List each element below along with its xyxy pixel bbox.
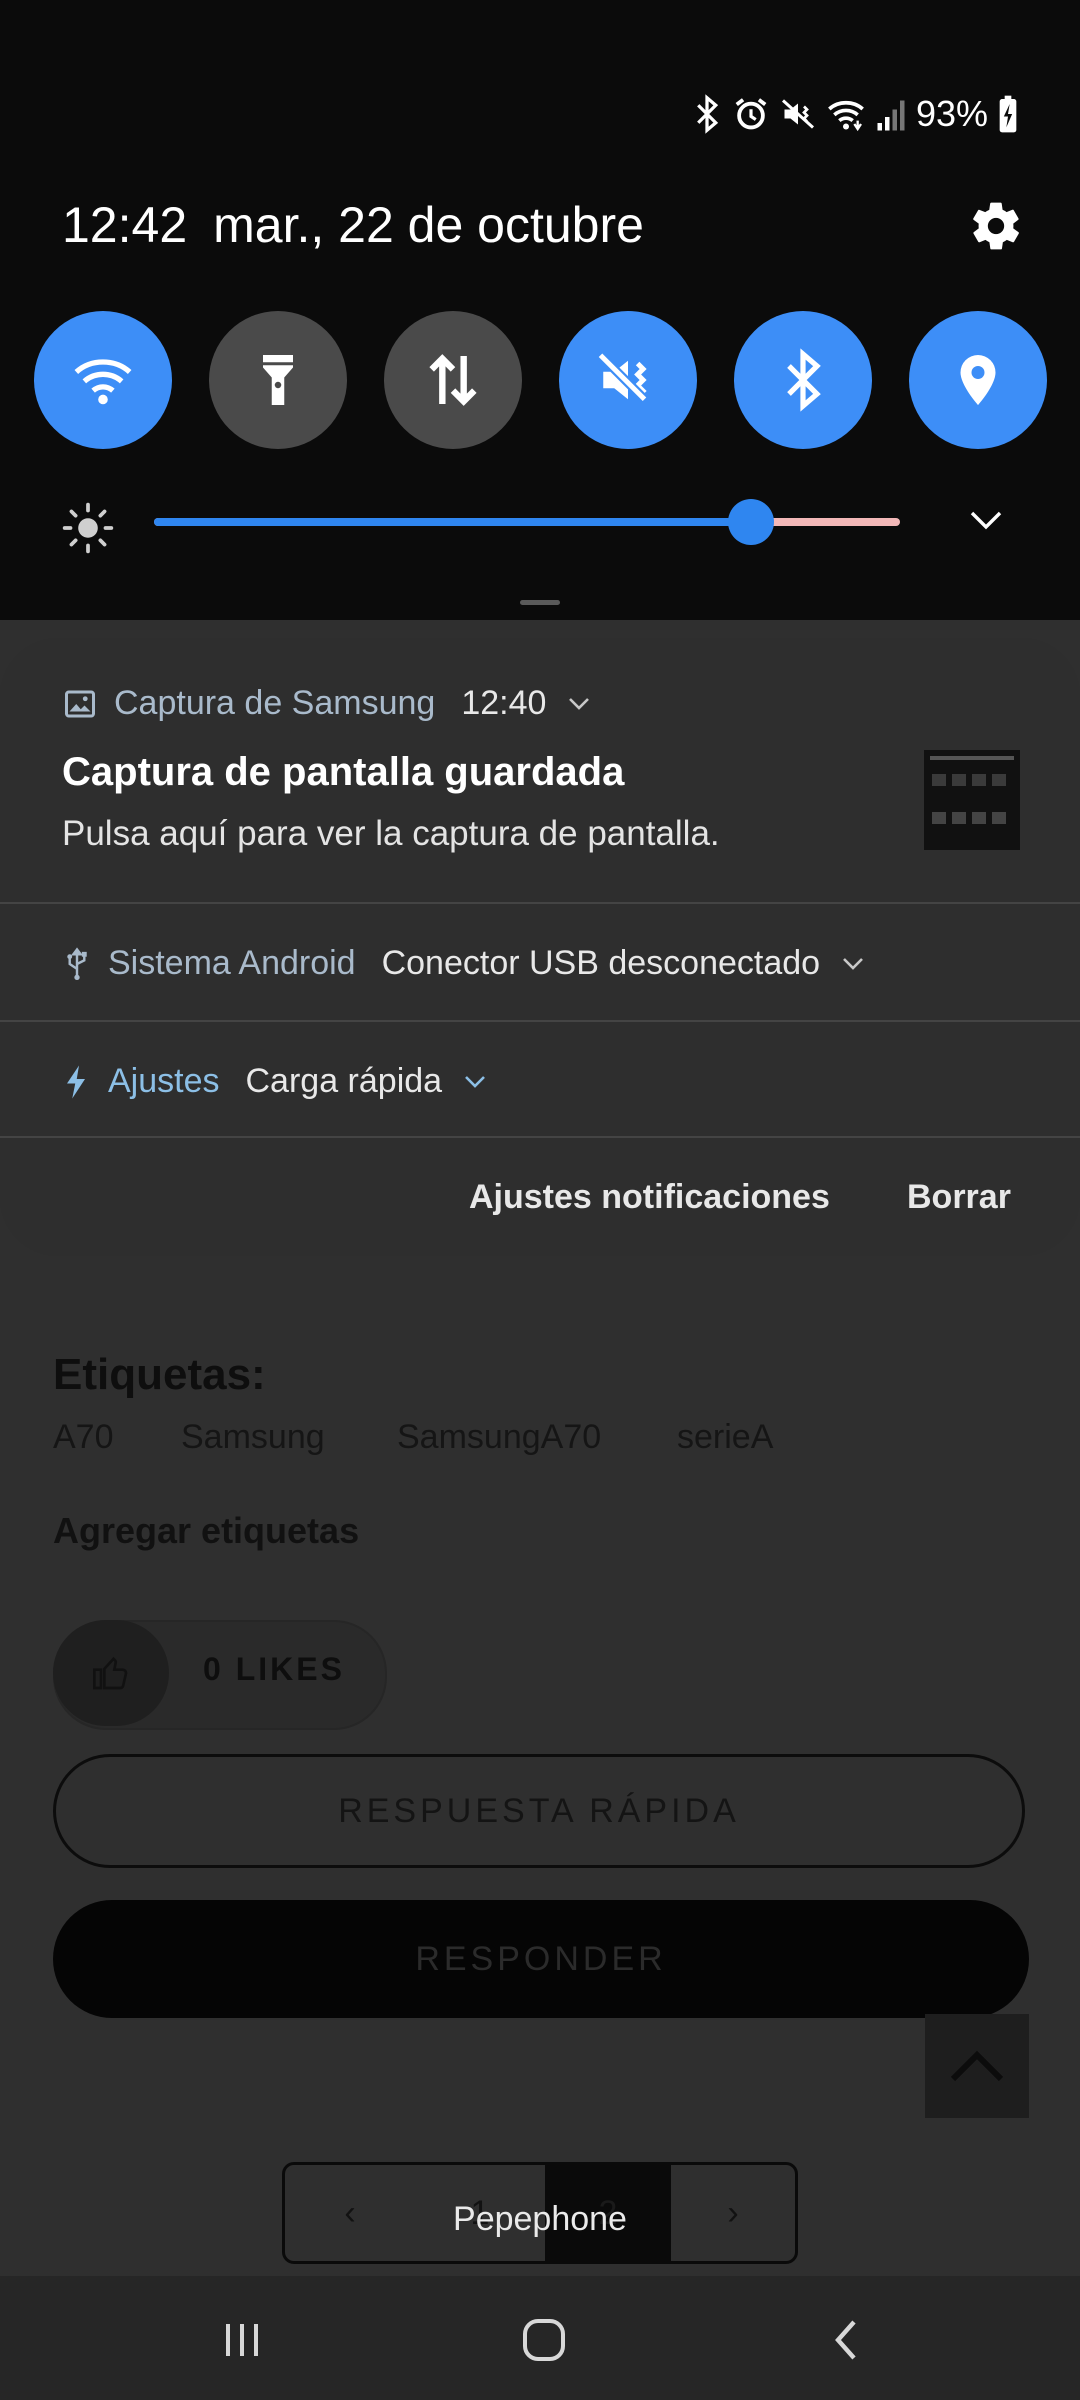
- recent-apps-button[interactable]: [214, 2312, 270, 2368]
- notification-time: 12:40: [461, 684, 547, 722]
- location-toggle[interactable]: [909, 311, 1047, 449]
- carrier-name: Pepephone: [453, 2200, 627, 2238]
- notification-settings-button[interactable]: Ajustes notificaciones: [469, 1178, 830, 1217]
- bluetooth-icon: [697, 94, 719, 134]
- quick-reply-button[interactable]: RESPUESTA RÁPIDA: [53, 1754, 1025, 1868]
- wifi-icon: [74, 359, 132, 405]
- brightness-slider-thumb[interactable]: [727, 499, 774, 545]
- chevron-up-icon: [950, 2050, 1004, 2082]
- clock-date: 12:42 mar., 22 de octubre: [62, 196, 644, 254]
- notification-panel: Captura de Samsung 12:40 Captura de pant…: [0, 638, 1080, 1256]
- tags-title: Etiquetas:: [53, 1350, 266, 1399]
- tag-item[interactable]: serieA: [677, 1418, 773, 1457]
- reply-button[interactable]: RESPONDER: [53, 1900, 1029, 2018]
- gear-icon[interactable]: [968, 198, 1024, 254]
- brightness-sun-icon: [62, 502, 114, 554]
- flashlight-icon: [263, 355, 293, 405]
- clock: 12:42: [62, 197, 188, 253]
- location-pin-icon: [960, 355, 996, 405]
- divider: [0, 1136, 1080, 1138]
- image-icon: [65, 690, 95, 717]
- notification-app-name: Ajustes: [108, 1062, 220, 1100]
- chevron-down-icon[interactable]: [568, 697, 590, 711]
- sound-toggle[interactable]: [559, 311, 697, 449]
- notification-summary: Conector USB desconectado: [381, 944, 821, 982]
- status-bar: 93%: [692, 92, 1018, 136]
- back-icon: [835, 2320, 856, 2360]
- flashlight-toggle[interactable]: [209, 311, 347, 449]
- brightness-slider-fill: [154, 518, 751, 526]
- tag-item[interactable]: SamsungA70: [397, 1418, 601, 1457]
- notification-header: Ajustes Carga rápida: [62, 1062, 486, 1101]
- data-arrows-icon: [429, 354, 477, 406]
- drag-handle[interactable]: [520, 600, 560, 605]
- mobile-data-toggle[interactable]: [384, 311, 522, 449]
- notification-app-name: Captura de Samsung: [114, 684, 436, 722]
- wifi-icon: [828, 100, 864, 132]
- notification-title: Captura de pantalla guardada: [62, 750, 625, 794]
- bolt-icon: [67, 1065, 85, 1098]
- brightness-slider[interactable]: [154, 499, 900, 545]
- bluetooth-toggle[interactable]: [734, 311, 872, 449]
- notification-usb[interactable]: Sistema Android Conector USB desconectad…: [0, 904, 1080, 1020]
- likes-count: 0 LIKES: [203, 1651, 345, 1687]
- date: mar., 22 de octubre: [213, 197, 644, 253]
- tag-item[interactable]: Samsung: [181, 1418, 325, 1457]
- thumbs-up-icon[interactable]: [53, 1620, 169, 1726]
- battery-percent: 93%: [915, 93, 988, 134]
- notification-text: Pulsa aquí para ver la captura de pantal…: [62, 814, 720, 853]
- bluetooth-icon: [787, 348, 821, 412]
- chevron-down-icon[interactable]: [968, 508, 1004, 532]
- notification-header: Captura de Samsung 12:40: [62, 684, 590, 723]
- back-button[interactable]: [818, 2312, 874, 2368]
- home-button[interactable]: [516, 2312, 572, 2368]
- clear-all-button[interactable]: Borrar: [907, 1178, 1011, 1217]
- tag-item[interactable]: A70: [53, 1418, 114, 1457]
- alarm-icon: [735, 98, 767, 130]
- mute-icon: [781, 99, 814, 129]
- usb-icon: [67, 946, 87, 980]
- notification-app-name: Sistema Android: [108, 944, 356, 982]
- chevron-down-icon[interactable]: [464, 1075, 486, 1089]
- navigation-bar: [0, 2276, 1080, 2400]
- notification-fast-charging[interactable]: Ajustes Carga rápida: [0, 1022, 1080, 1138]
- chevron-down-icon[interactable]: [842, 957, 864, 971]
- add-tags-link[interactable]: Agregar etiquetas: [53, 1510, 359, 1552]
- notification-screenshot[interactable]: Captura de Samsung 12:40 Captura de pant…: [0, 638, 1080, 902]
- notification-summary: Carga rápida: [245, 1062, 443, 1100]
- home-icon: [523, 2319, 565, 2361]
- signal-icon: [877, 100, 905, 131]
- screenshot-thumbnail: [924, 750, 1020, 850]
- battery-charging-icon: [999, 95, 1017, 133]
- mute-icon: [597, 351, 648, 403]
- wifi-toggle[interactable]: [34, 311, 172, 449]
- recents-icon: [226, 2324, 258, 2356]
- notification-header: Sistema Android Conector USB desconectad…: [62, 944, 864, 983]
- scroll-to-top-button[interactable]: [925, 2014, 1029, 2118]
